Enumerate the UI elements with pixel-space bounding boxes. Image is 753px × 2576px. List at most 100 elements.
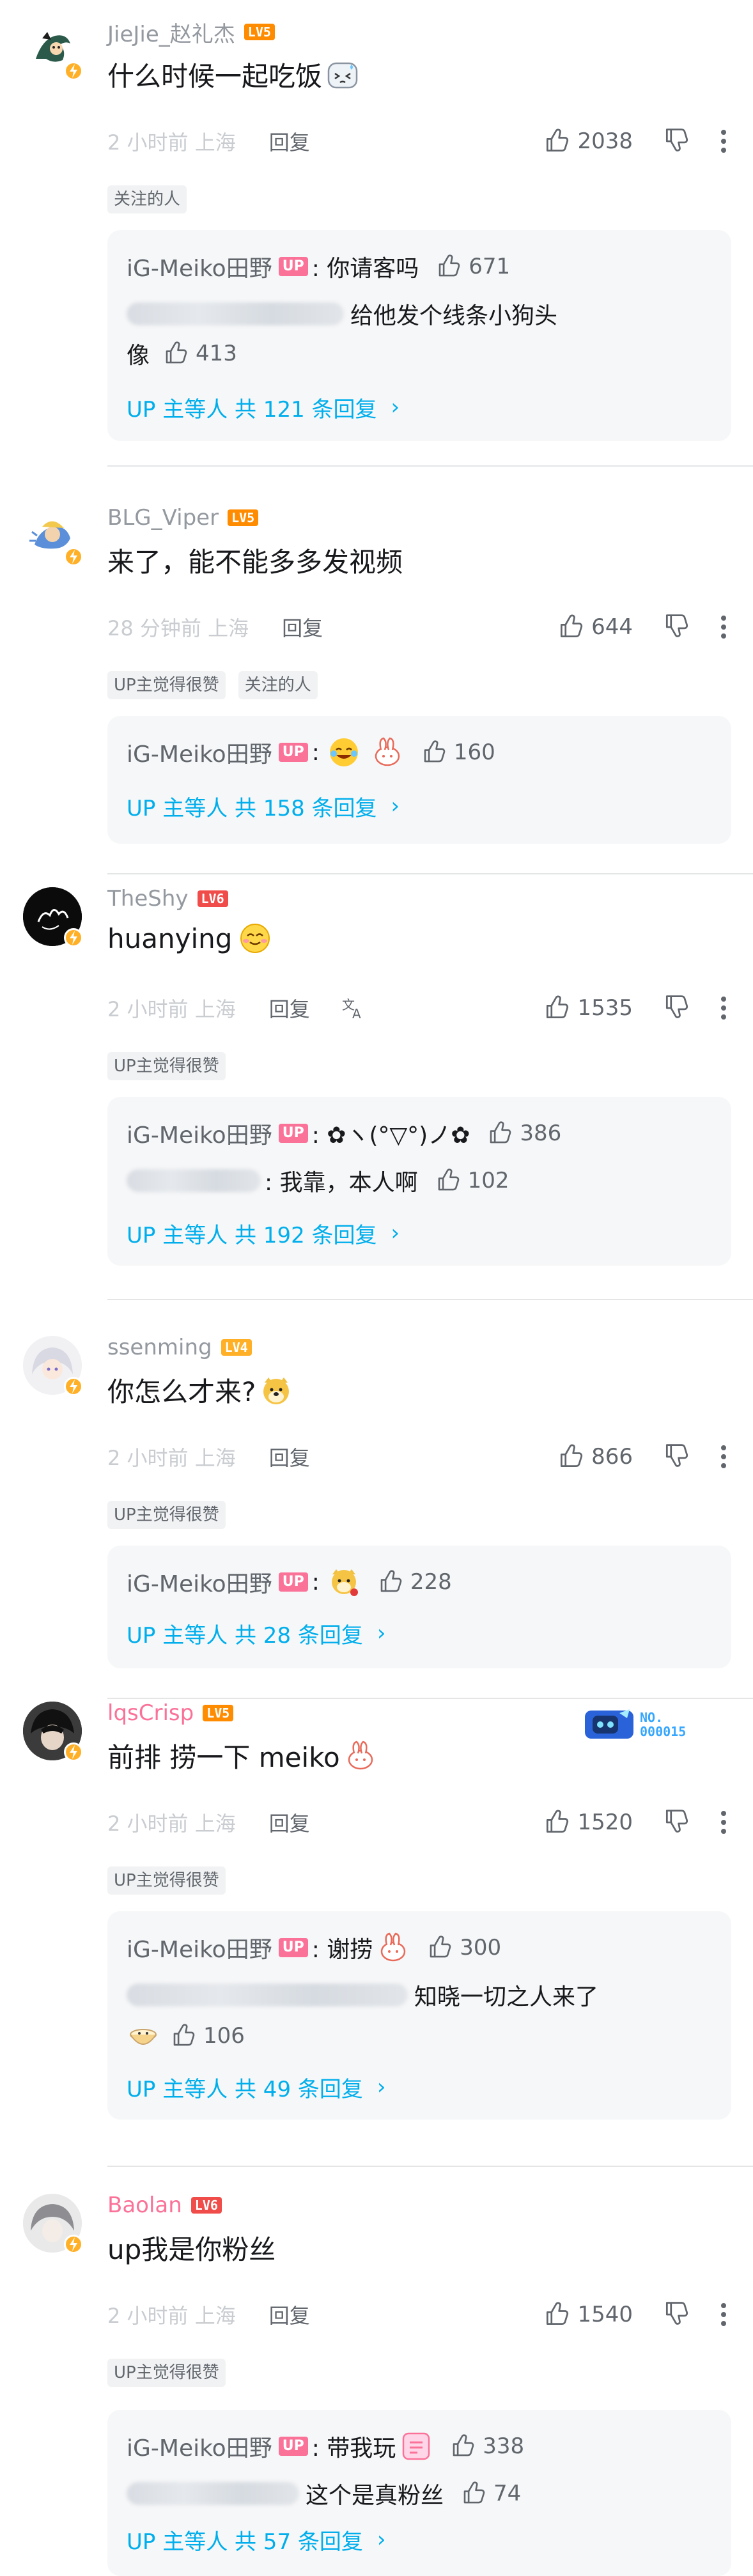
reply-line[interactable]: iG-Meiko田野 UP : 你请客吗 671 <box>127 248 510 285</box>
comment-text: 前排 捞一下 meiko <box>107 1736 377 1775</box>
more-options-icon[interactable] <box>720 127 727 155</box>
view-more-replies-link[interactable]: UP 主等人 共 121 条回复 › <box>127 390 400 424</box>
view-more-replies-link[interactable]: UP 主等人 共 28 条回复 › <box>127 1616 386 1650</box>
reply-line[interactable]: iG-Meiko田野 UP : 带我玩 338 <box>127 2428 524 2465</box>
like-button[interactable]: 644 <box>557 613 633 641</box>
reply-line[interactable]: : 我靠，本人啊 102 <box>127 1162 509 1199</box>
up-badge: UP <box>278 1124 308 1143</box>
more-options-icon[interactable] <box>720 1443 727 1471</box>
timestamp: 28 分钟前 上海 <box>107 616 249 640</box>
thumbs-down-icon[interactable] <box>662 127 690 155</box>
username[interactable]: JieJie_赵礼杰 <box>107 17 235 48</box>
like-button[interactable]: 1540 <box>543 2301 633 2329</box>
reply-panel: iG-Meiko田野 UP : 带我玩 338 这个是真粉丝 74 UP 主等人… <box>107 2410 731 2576</box>
reply-like[interactable]: 338 <box>449 2433 524 2460</box>
username[interactable]: TheShy <box>107 886 189 912</box>
reply-like[interactable]: 102 <box>435 1167 509 1194</box>
svg-text:A: A <box>352 1006 361 1021</box>
reply-button[interactable]: 回复 <box>269 127 310 156</box>
reply-button[interactable]: 回复 <box>282 612 323 642</box>
tag-up-liked: UP主觉得很赞 <box>107 671 226 699</box>
thumbs-down-icon[interactable] <box>662 2301 690 2329</box>
reply-button[interactable]: 回复 <box>269 2300 310 2329</box>
reply-line[interactable]: iG-Meiko田野 UP : ✿ヽ(°▽°)ノ✿ 386 <box>127 1115 561 1152</box>
timestamp: 2 小时前 上海 <box>107 130 236 155</box>
more-options-icon[interactable] <box>720 613 727 641</box>
blurred-username <box>127 1169 261 1192</box>
username[interactable]: ssenming <box>107 1335 212 1360</box>
reply-author[interactable]: iG-Meiko田野 <box>127 2430 272 2463</box>
avatar[interactable] <box>23 20 83 81</box>
reply-line[interactable]: 给他发个线条小狗头 <box>127 295 557 332</box>
thumbs-up-icon <box>561 1444 583 1468</box>
thumbs-down-icon[interactable] <box>662 994 690 1022</box>
reply-like[interactable]: 300 <box>426 1934 501 1961</box>
avatar[interactable] <box>23 887 83 947</box>
thumbs-down-icon[interactable] <box>662 613 690 641</box>
comment-6: Baolan LV6 up我是你粉丝 2 小时前 上海 回复 1540 UP主觉… <box>0 2173 753 2576</box>
rabbit-emoji-icon <box>375 737 400 766</box>
reply-like[interactable]: 671 <box>435 253 510 280</box>
avatar[interactable] <box>23 506 83 566</box>
avatar[interactable] <box>23 1336 83 1396</box>
like-button[interactable]: 1535 <box>543 994 633 1022</box>
more-options-icon[interactable] <box>720 994 727 1022</box>
tag-up-liked: UP主觉得很赞 <box>107 1866 226 1895</box>
reply-author[interactable]: iG-Meiko田野 <box>127 250 272 283</box>
reply-like[interactable]: 413 <box>162 340 237 367</box>
like-button[interactable]: 866 <box>557 1443 633 1471</box>
timestamp: 2 小时前 上海 <box>107 997 236 1021</box>
level-badge: LV5 <box>203 1705 234 1721</box>
reply-like[interactable]: 386 <box>486 1120 561 1147</box>
reply-line[interactable]: iG-Meiko田野 UP : 228 <box>127 1563 452 1601</box>
thumbs-down-icon[interactable] <box>662 1443 690 1471</box>
doge-emoji-icon <box>263 1377 290 1404</box>
doge-rose-emoji-icon <box>331 1569 358 1596</box>
like-button[interactable]: 2038 <box>543 127 633 155</box>
translate-icon[interactable]: 文 A <box>341 995 366 1021</box>
level-badge: LV5 <box>244 24 275 40</box>
thumbs-up-icon <box>547 128 569 152</box>
view-more-replies-link[interactable]: UP 主等人 共 57 条回复 › <box>127 2522 386 2557</box>
reply-author[interactable]: iG-Meiko田野 <box>127 1565 272 1599</box>
more-options-icon[interactable] <box>720 2301 727 2329</box>
comment-text: huanying <box>107 922 272 955</box>
level-badge: LV4 <box>221 1339 252 1356</box>
reply-button[interactable]: 回复 <box>269 993 310 1023</box>
reply-author[interactable]: iG-Meiko田野 <box>127 1117 272 1150</box>
reply-line[interactable]: iG-Meiko田野 UP : 160 <box>127 734 495 771</box>
reply-like[interactable]: 228 <box>377 1569 452 1595</box>
comment-text: 来了，能不能多多发视频 <box>107 547 403 578</box>
reply-author[interactable]: iG-Meiko田野 <box>127 1931 272 1964</box>
reply-author[interactable]: iG-Meiko田野 <box>127 736 272 769</box>
reply-like[interactable]: 160 <box>421 739 495 766</box>
view-more-replies-link[interactable]: UP 主等人 共 192 条回复 › <box>127 1216 400 1250</box>
up-badge: UP <box>278 1938 308 1957</box>
laughing-emoji-icon <box>329 738 358 766</box>
fan-medal[interactable]: NO. 000015 <box>584 1704 718 1745</box>
reply-panel: iG-Meiko田野 UP : 228 UP 主等人 共 28 条回复 › <box>107 1546 731 1668</box>
view-more-replies-link[interactable]: UP 主等人 共 158 条回复 › <box>127 789 400 823</box>
reply-button[interactable]: 回复 <box>269 1442 310 1471</box>
reply-line[interactable]: 这个是真粉丝 74 <box>127 2475 521 2512</box>
avatar[interactable] <box>23 2194 83 2254</box>
thumbs-down-icon[interactable] <box>662 1808 690 1836</box>
reply-line[interactable]: 知晓一切之人来了 <box>127 1976 598 2013</box>
avatar[interactable] <box>23 1702 83 1762</box>
more-options-icon[interactable] <box>720 1808 727 1836</box>
view-more-replies-link[interactable]: UP 主等人 共 49 条回复 › <box>127 2070 386 2104</box>
tag-followed: 关注的人 <box>107 185 187 213</box>
sticker-emoji-icon <box>403 2432 430 2460</box>
timestamp: 2 小时前 上海 <box>107 1446 236 1470</box>
up-badge: UP <box>278 2437 308 2456</box>
reply-button[interactable]: 回复 <box>269 1808 310 1837</box>
blurred-username <box>127 2482 299 2505</box>
like-button[interactable]: 1520 <box>543 1808 633 1836</box>
reply-line[interactable]: iG-Meiko田野 UP : 谢捞 300 <box>127 1929 501 1966</box>
verified-icon <box>64 928 83 947</box>
reply-like[interactable]: 106 <box>170 2022 245 2049</box>
username[interactable]: lqsCrisp <box>107 1700 194 1726</box>
reply-like[interactable]: 74 <box>460 2480 521 2507</box>
username[interactable]: Baolan <box>107 2192 182 2218</box>
username[interactable]: BLG_Viper <box>107 505 219 531</box>
